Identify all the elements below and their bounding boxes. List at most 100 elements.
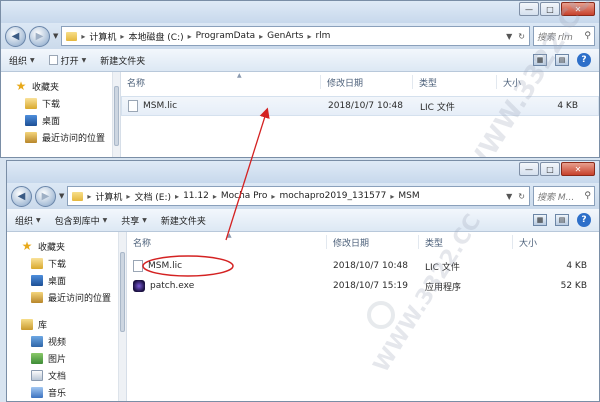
search-placeholder: 搜索 M...	[537, 192, 575, 203]
scrollbar-thumb[interactable]	[114, 86, 119, 146]
view-options-icon[interactable]: ▦	[533, 214, 547, 226]
lic-file-icon	[133, 260, 143, 272]
nav-item-videos[interactable]: 视频	[7, 333, 126, 350]
nav-item-music[interactable]: 音乐	[7, 384, 126, 401]
breadcrumb-genarts[interactable]: GenArts	[267, 31, 303, 41]
breadcrumb-programdata[interactable]: ProgramData	[196, 31, 255, 41]
desktop-icon	[25, 115, 37, 126]
star-icon: ★	[21, 239, 33, 253]
close-button[interactable]: ✕	[561, 162, 595, 176]
forward-arrow-icon[interactable]: ▶	[35, 185, 56, 207]
column-header-type[interactable]: 类型	[419, 235, 513, 249]
column-header-size[interactable]: 大小	[513, 235, 597, 249]
breadcrumb-msm[interactable]: MSM	[398, 191, 419, 201]
maximize-button[interactable]: □	[540, 2, 560, 16]
explorer-body: ★ 收藏夹 下载 桌面 最近访问的位置 ▲ 名称 修改日期 类型 大小 MSM.…	[1, 72, 599, 157]
address-dropdown-icon[interactable]: ▼	[506, 32, 512, 41]
pictures-icon	[31, 353, 43, 364]
refresh-icon[interactable]: ↻	[518, 32, 525, 41]
videos-icon	[31, 336, 43, 347]
column-header-date[interactable]: 修改日期	[327, 235, 419, 249]
recent-pages-dropdown-icon[interactable]: ▼	[59, 192, 64, 200]
breadcrumb-drive-e[interactable]: 文档 (E:)	[134, 190, 171, 203]
close-button[interactable]: ✕	[561, 2, 595, 16]
recent-pages-dropdown-icon[interactable]: ▼	[53, 32, 58, 40]
column-headers: ▲ 名称 修改日期 类型 大小	[127, 232, 599, 252]
nav-item-favorites[interactable]: ★ 收藏夹	[1, 78, 120, 95]
file-name: patch.exe	[150, 281, 195, 291]
help-icon[interactable]: ?	[577, 53, 591, 67]
open-button[interactable]: 打开 ▼	[48, 54, 86, 67]
search-box[interactable]: 搜索 M... ⚲	[533, 186, 595, 206]
breadcrumb-11-12[interactable]: 11.12	[183, 191, 209, 201]
navigation-pane: ★ 收藏夹 下载 桌面 最近访问的位置	[1, 72, 121, 157]
organize-button[interactable]: 组织 ▼	[15, 214, 41, 227]
command-bar: 组织 ▼ 包含到库中 ▼ 共享 ▼ 新建文件夹 ▦ ▤ ?	[7, 209, 599, 232]
recent-places-icon	[25, 132, 37, 143]
file-date: 2018/10/7 10:48	[333, 261, 408, 271]
nav-item-desktop[interactable]: 桌面	[7, 272, 126, 289]
nav-item-favorites[interactable]: ★ 收藏夹	[7, 238, 126, 255]
file-type: 应用程序	[425, 282, 462, 293]
title-bar[interactable]: — □ ✕	[1, 1, 599, 23]
new-folder-button[interactable]: 新建文件夹	[100, 54, 145, 67]
breadcrumb-rlm[interactable]: rlm	[315, 31, 330, 41]
breadcrumb-mochapro2019[interactable]: mochapro2019_131577	[279, 191, 386, 201]
preview-pane-icon[interactable]: ▤	[555, 214, 569, 226]
downloads-icon	[25, 98, 37, 109]
nav-scrollbar[interactable]	[112, 72, 120, 157]
preview-pane-icon[interactable]: ▤	[555, 54, 569, 66]
nav-scrollbar[interactable]	[118, 232, 126, 401]
file-type: LIC 文件	[425, 262, 460, 273]
nav-item-downloads[interactable]: 下载	[7, 255, 126, 272]
help-icon[interactable]: ?	[577, 213, 591, 227]
breadcrumb-computer[interactable]: 计算机	[89, 30, 116, 43]
nav-item-desktop[interactable]: 桌面	[1, 112, 120, 129]
address-bar[interactable]: ▸ 计算机 ▸ 本地磁盘 (C:) ▸ ProgramData ▸ GenArt…	[61, 26, 530, 46]
maximize-button[interactable]: □	[540, 162, 560, 176]
breadcrumb-computer[interactable]: 计算机	[95, 190, 122, 203]
minimize-button[interactable]: —	[519, 162, 539, 176]
navigation-pane: ★ 收藏夹 下载 桌面 最近访问的位置 库 视频 图片 文档 音乐	[7, 232, 127, 401]
column-header-date[interactable]: 修改日期	[321, 75, 413, 89]
file-row[interactable]: MSM.lic 2018/10/7 10:48 LIC 文件 4 KB	[121, 96, 599, 116]
search-box[interactable]: 搜索 rlm ⚲	[533, 26, 595, 46]
library-icon	[21, 319, 33, 330]
include-in-library-button[interactable]: 包含到库中 ▼	[55, 214, 108, 227]
file-size: 52 KB	[560, 281, 587, 291]
file-row[interactable]: patch.exe 2018/10/7 15:19 应用程序 52 KB	[127, 276, 599, 296]
breadcrumb-drive-c[interactable]: 本地磁盘 (C:)	[128, 30, 183, 43]
nav-item-libraries[interactable]: 库	[7, 316, 126, 333]
minimize-button[interactable]: —	[519, 2, 539, 16]
column-header-type[interactable]: 类型	[413, 75, 497, 89]
nav-item-documents[interactable]: 文档	[7, 367, 126, 384]
search-icon[interactable]: ⚲	[584, 191, 591, 201]
column-headers: ▲ 名称 修改日期 类型 大小	[121, 72, 599, 92]
scrollbar-thumb[interactable]	[120, 252, 125, 332]
nav-item-downloads[interactable]: 下载	[1, 95, 120, 112]
file-row[interactable]: MSM.lic 2018/10/7 10:48 LIC 文件 4 KB	[127, 256, 599, 276]
title-bar[interactable]: — □ ✕	[7, 161, 599, 183]
nav-item-recent-places[interactable]: 最近访问的位置	[7, 289, 126, 306]
chevron-down-icon: ▼	[30, 56, 35, 64]
forward-arrow-icon[interactable]: ▶	[29, 25, 50, 47]
file-date: 2018/10/7 15:19	[333, 281, 408, 291]
search-icon[interactable]: ⚲	[584, 31, 591, 41]
nav-item-pictures[interactable]: 图片	[7, 350, 126, 367]
star-icon: ★	[15, 79, 27, 93]
back-arrow-icon[interactable]: ◀	[5, 25, 26, 47]
refresh-icon[interactable]: ↻	[518, 192, 525, 201]
back-arrow-icon[interactable]: ◀	[11, 185, 32, 207]
new-folder-button[interactable]: 新建文件夹	[161, 214, 206, 227]
share-button[interactable]: 共享 ▼	[121, 214, 147, 227]
address-bar[interactable]: ▸ 计算机 ▸ 文档 (E:) ▸ 11.12 ▸ Mocha Pro ▸ mo…	[67, 186, 530, 206]
breadcrumb-mocha-pro[interactable]: Mocha Pro	[221, 191, 268, 201]
nav-item-recent-places[interactable]: 最近访问的位置	[1, 129, 120, 146]
file-size: 4 KB	[566, 261, 587, 271]
address-dropdown-icon[interactable]: ▼	[506, 192, 512, 201]
view-options-icon[interactable]: ▦	[533, 54, 547, 66]
organize-button[interactable]: 组织 ▼	[9, 54, 35, 67]
column-header-name[interactable]: 名称	[121, 75, 321, 89]
command-bar: 组织 ▼ 打开 ▼ 新建文件夹 ▦ ▤ ?	[1, 49, 599, 72]
column-header-size[interactable]: 大小	[497, 75, 587, 89]
